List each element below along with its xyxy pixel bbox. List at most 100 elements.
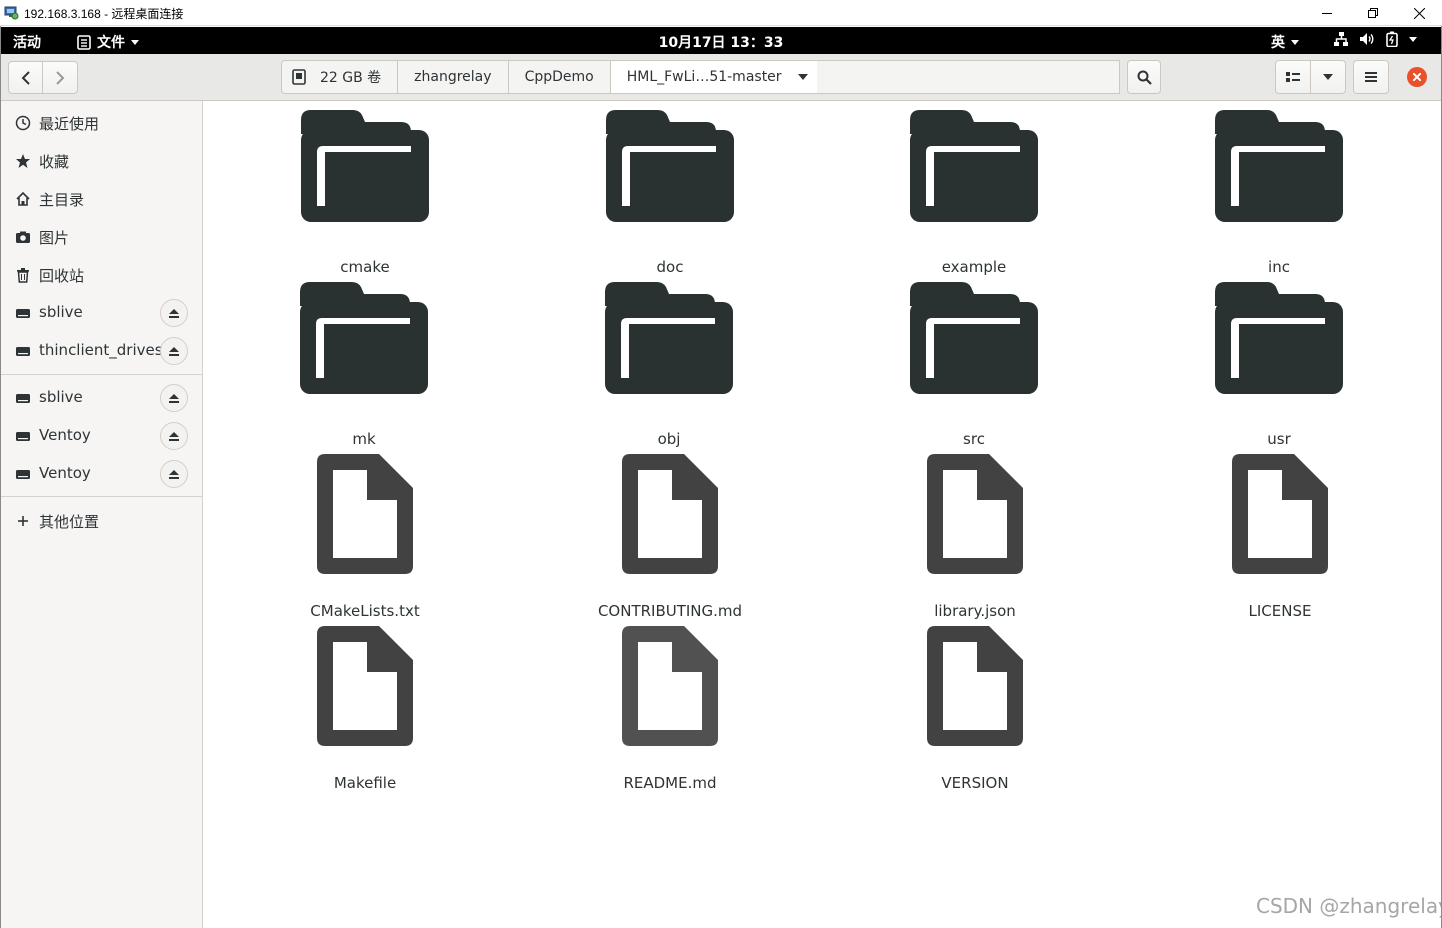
search-button[interactable] bbox=[1127, 60, 1161, 94]
path-segment-label: HML_FwLi…51-master bbox=[626, 69, 782, 85]
eject-button[interactable] bbox=[160, 460, 188, 488]
system-tray[interactable] bbox=[1333, 31, 1417, 47]
menu-icon bbox=[1365, 72, 1377, 82]
clock[interactable]: 10月17日 13：33 bbox=[0, 32, 1442, 52]
file-item[interactable]: LICENSE bbox=[1180, 454, 1380, 620]
folder-icon bbox=[1215, 282, 1343, 394]
file-item[interactable]: library.json bbox=[875, 454, 1075, 620]
recent-icon bbox=[15, 115, 31, 131]
home-icon bbox=[16, 191, 30, 206]
rdp-title-bar: 192.168.3.168 - 远程桌面连接 bbox=[0, 0, 1442, 26]
sidebar-item-label: Ventoy bbox=[39, 464, 91, 482]
folder-item[interactable]: mk bbox=[264, 282, 464, 448]
view-mode-button[interactable] bbox=[1275, 60, 1311, 94]
forward-button[interactable] bbox=[43, 61, 78, 94]
sidebar-item-trash[interactable]: 回收站 bbox=[1, 256, 203, 294]
places-sidebar: 最近使用 收藏 主目录 图片 回收站 sblive thinclient_dri… bbox=[1, 101, 203, 928]
drive-icon bbox=[16, 394, 30, 403]
sidebar-item-device-sblive[interactable]: sblive bbox=[1, 379, 203, 417]
sidebar-item-label: 回收站 bbox=[39, 267, 85, 285]
folder-item[interactable]: obj bbox=[569, 282, 769, 448]
watermark: CSDN @zhangrelay bbox=[1256, 894, 1442, 918]
folder-item[interactable]: cmake bbox=[265, 110, 465, 276]
sidebar-item-ventoy-1[interactable]: Ventoy bbox=[1, 417, 203, 455]
document-icon bbox=[622, 626, 718, 746]
file-name: src bbox=[963, 430, 985, 448]
folder-item[interactable]: usr bbox=[1179, 282, 1379, 448]
folder-icon bbox=[910, 282, 1038, 394]
sidebar-item-recent[interactable]: 最近使用 bbox=[1, 104, 203, 142]
remote-desktop-icon bbox=[4, 6, 19, 20]
search-icon bbox=[1137, 70, 1152, 85]
file-item[interactable]: Makefile bbox=[265, 626, 465, 792]
file-item[interactable]: CONTRIBUTING.md bbox=[570, 454, 770, 620]
main-menu-button[interactable] bbox=[1353, 60, 1389, 94]
rdp-close-button[interactable] bbox=[1396, 0, 1442, 26]
drive-icon bbox=[292, 69, 306, 85]
folder-item[interactable]: doc bbox=[570, 110, 770, 276]
eject-button[interactable] bbox=[160, 299, 188, 327]
chevron-down-icon bbox=[797, 74, 808, 80]
eject-button[interactable] bbox=[160, 422, 188, 450]
document-icon bbox=[622, 454, 718, 574]
document-icon bbox=[1232, 454, 1328, 574]
restore-button[interactable] bbox=[1350, 0, 1396, 26]
view-options-icon bbox=[1323, 74, 1333, 80]
gnome-top-bar: 活动 文件 10月17日 13：33 英 bbox=[0, 27, 1442, 54]
minimize-button[interactable] bbox=[1304, 0, 1350, 26]
file-item[interactable]: README.md bbox=[570, 626, 770, 792]
path-segment-home[interactable]: zhangrelay bbox=[398, 60, 509, 94]
file-name: VERSION bbox=[941, 774, 1009, 792]
path-segment-current[interactable]: HML_FwLi…51-master bbox=[610, 60, 825, 94]
file-name: example bbox=[941, 258, 1007, 276]
input-method-menu[interactable]: 英 bbox=[1271, 32, 1299, 52]
drive-icon bbox=[16, 347, 30, 356]
path-segment-label: CppDemo bbox=[524, 69, 594, 85]
eject-icon bbox=[169, 469, 179, 479]
file-name: library.json bbox=[934, 602, 1016, 620]
rdp-window-title: 192.168.3.168 - 远程桌面连接 bbox=[24, 7, 184, 21]
file-item[interactable]: VERSION bbox=[875, 626, 1075, 792]
sidebar-item-ventoy-2[interactable]: Ventoy bbox=[1, 455, 203, 493]
minimize-icon bbox=[1322, 13, 1332, 14]
sidebar-item-sblive[interactable]: sblive bbox=[1, 294, 203, 332]
sidebar-item-label: sblive bbox=[39, 303, 83, 321]
document-icon bbox=[927, 454, 1023, 574]
eject-button[interactable] bbox=[160, 384, 188, 412]
folder-icon bbox=[1215, 110, 1343, 222]
folder-icon bbox=[605, 282, 733, 394]
path-segment-volume[interactable]: 22 GB 卷 bbox=[281, 60, 399, 94]
drive-icon bbox=[16, 309, 30, 318]
folder-item[interactable]: example bbox=[874, 110, 1074, 276]
sidebar-item-label: sblive bbox=[39, 388, 83, 406]
window-close-button[interactable] bbox=[1407, 67, 1427, 87]
eject-button[interactable] bbox=[160, 337, 188, 365]
sidebar-separator bbox=[1, 496, 203, 497]
sidebar-separator bbox=[1, 374, 203, 375]
sidebar-item-pictures[interactable]: 图片 bbox=[1, 218, 203, 256]
document-icon bbox=[927, 626, 1023, 746]
sidebar-item-starred[interactable]: 收藏 bbox=[1, 142, 203, 180]
folder-item[interactable]: inc bbox=[1179, 110, 1379, 276]
back-icon bbox=[21, 70, 30, 85]
view-icon bbox=[1286, 72, 1300, 82]
path-segment-cppdemo[interactable]: CppDemo bbox=[508, 60, 611, 94]
folder-item[interactable]: src bbox=[874, 282, 1074, 448]
file-view[interactable]: cmake doc example inc mk obj src usr CMa… bbox=[204, 101, 1441, 928]
sidebar-item-thinclient-drives[interactable]: thinclient_drives bbox=[1, 332, 203, 370]
sidebar-item-label: Ventoy bbox=[39, 426, 91, 444]
drive-icon bbox=[16, 470, 30, 479]
chevron-down-icon bbox=[1291, 39, 1299, 45]
sidebar-item-label: 主目录 bbox=[39, 191, 85, 209]
view-options-button[interactable] bbox=[1310, 60, 1346, 94]
history-navigation bbox=[8, 61, 78, 94]
sidebar-item-other-locations[interactable]: 其他位置 bbox=[1, 502, 203, 540]
sidebar-item-home[interactable]: 主目录 bbox=[1, 180, 203, 218]
file-name: CONTRIBUTING.md bbox=[597, 602, 743, 620]
sidebar-item-label: 其他位置 bbox=[39, 513, 100, 531]
path-bar: 22 GB 卷 zhangrelay CppDemo HML_FwLi…51-m… bbox=[281, 60, 825, 94]
sidebar-item-label: thinclient_drives bbox=[39, 341, 163, 359]
back-button[interactable] bbox=[8, 61, 43, 94]
file-item[interactable]: CMakeLists.txt bbox=[265, 454, 465, 620]
path-bar-fill[interactable] bbox=[817, 60, 1120, 94]
